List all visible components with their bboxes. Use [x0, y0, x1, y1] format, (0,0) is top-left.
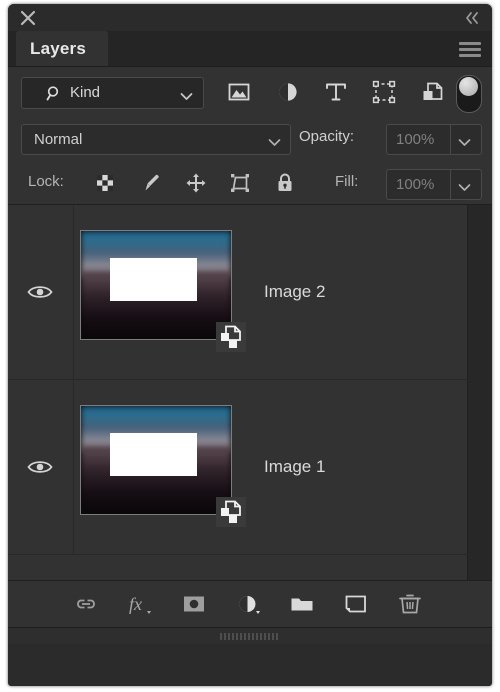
- lock-all-icon[interactable]: [273, 171, 297, 195]
- type-layer-filter-icon[interactable]: [323, 79, 349, 105]
- thumbnail-sun-glow: [123, 473, 192, 512]
- lock-artboard-nesting-icon[interactable]: [228, 171, 252, 195]
- fill-value: 100%: [396, 176, 435, 193]
- chevron-down-icon: [458, 179, 471, 197]
- menu-line: [459, 42, 481, 45]
- filter-kind-dropdown[interactable]: Kind: [21, 77, 204, 109]
- search-icon: [46, 85, 63, 107]
- svg-text:fx: fx: [129, 594, 142, 614]
- table-row[interactable]: Image 2: [8, 205, 492, 380]
- panel-title-bar: [8, 4, 492, 31]
- double-chevron-left-icon[interactable]: [462, 9, 482, 27]
- fill-dropdown-button[interactable]: [450, 169, 482, 200]
- menu-line: [459, 48, 481, 51]
- thumbnail-white-rect: [109, 433, 197, 477]
- layer-thumbnail-wrap: [80, 405, 246, 529]
- eye-icon[interactable]: [27, 283, 53, 301]
- table-row[interactable]: Image 1: [8, 380, 492, 555]
- add-layer-mask-icon[interactable]: [180, 591, 208, 617]
- layer-style-fx-icon[interactable]: fx: [126, 591, 154, 617]
- filter-kind-label: Kind: [70, 84, 101, 101]
- lock-row: Lock: Fill: 100%: [8, 160, 492, 205]
- eye-icon[interactable]: [27, 458, 53, 476]
- layers-panel: Layers Kind Normal Opacity: 100% Lock: F…: [8, 4, 492, 686]
- opacity-input[interactable]: 100%: [386, 124, 451, 155]
- lock-position-icon[interactable]: [184, 171, 208, 195]
- smart-object-filter-icon[interactable]: [420, 79, 446, 105]
- opacity-label: Opacity:: [299, 128, 355, 145]
- pixel-layer-filter-icon[interactable]: [226, 79, 252, 105]
- blend-mode-dropdown[interactable]: Normal: [21, 124, 291, 155]
- fill-input[interactable]: 100%: [386, 169, 451, 200]
- lock-image-pixels-icon[interactable]: [139, 171, 163, 195]
- resize-grip[interactable]: [220, 633, 280, 640]
- lock-label: Lock:: [28, 173, 64, 190]
- layer-thumbnail-wrap: [80, 230, 246, 354]
- opacity-value: 100%: [396, 131, 435, 148]
- new-layer-icon[interactable]: [342, 591, 370, 617]
- panel-resize-grip-bar[interactable]: [8, 627, 492, 644]
- layer-visibility-column: [8, 205, 74, 379]
- layer-visibility-column: [8, 380, 74, 554]
- fill-label: Fill:: [335, 173, 359, 190]
- shape-layer-filter-icon[interactable]: [371, 79, 397, 105]
- adjustment-layer-filter-icon[interactable]: [275, 79, 301, 105]
- tab-layers[interactable]: Layers: [16, 31, 109, 66]
- link-layers-icon[interactable]: [72, 591, 100, 617]
- close-icon[interactable]: [18, 8, 38, 28]
- chevron-down-icon: [268, 134, 281, 152]
- menu-line: [459, 54, 481, 57]
- filter-enable-toggle[interactable]: [456, 75, 482, 113]
- lock-transparent-pixels-icon[interactable]: [93, 171, 117, 195]
- delete-layer-icon[interactable]: [396, 591, 424, 617]
- opacity-dropdown-button[interactable]: [450, 124, 482, 155]
- blend-mode-row: Normal Opacity: 100%: [8, 118, 492, 160]
- layer-list: Image 2 Image 1: [8, 205, 492, 580]
- layer-name[interactable]: Image 2: [264, 281, 325, 303]
- thumbnail-sun-glow: [123, 298, 192, 337]
- layer-thumbnail[interactable]: [80, 230, 232, 340]
- toggle-knob: [459, 77, 478, 96]
- chevron-down-icon: [180, 88, 193, 106]
- new-adjustment-layer-icon[interactable]: [234, 591, 262, 617]
- layer-name[interactable]: Image 1: [264, 456, 325, 478]
- smart-object-badge-icon: [216, 497, 246, 527]
- layer-filter-row: Kind: [8, 67, 492, 118]
- blend-mode-value: Normal: [34, 131, 83, 148]
- panel-tab-bar: Layers: [8, 31, 492, 67]
- new-group-icon[interactable]: [288, 591, 316, 617]
- chevron-down-icon: [458, 134, 471, 152]
- thumbnail-white-rect: [109, 258, 197, 302]
- hamburger-menu-icon[interactable]: [459, 42, 481, 57]
- layer-thumbnail[interactable]: [80, 405, 232, 515]
- smart-object-badge-icon: [216, 322, 246, 352]
- layer-bottom-toolbar: fx: [8, 580, 492, 627]
